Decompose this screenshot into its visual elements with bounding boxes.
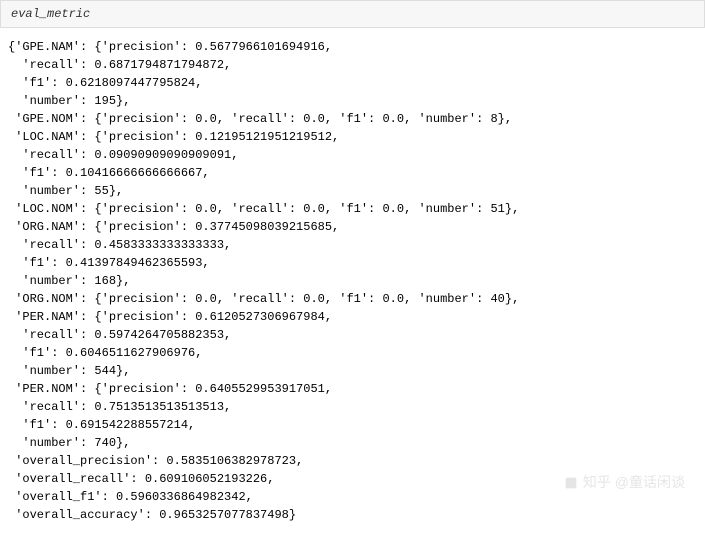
output-line: 'LOC.NAM': {'precision': 0.1219512195121… [8,130,339,144]
output-line: 'recall': 0.7513513513513513, [8,400,231,414]
output-line: 'GPE.NOM': {'precision': 0.0, 'recall': … [8,112,512,126]
output-line: 'number': 55}, [8,184,123,198]
code-cell-header: eval_metric [0,0,705,28]
output-line: 'overall_accuracy': 0.9653257077837498} [8,508,296,522]
output-line: 'recall': 0.4583333333333333, [8,238,231,252]
output-area: {'GPE.NAM': {'precision': 0.567796610169… [0,28,705,534]
output-line: 'recall': 0.09090909090909091, [8,148,238,162]
output-line: 'f1': 0.6218097447795824, [8,76,202,90]
output-line: 'number': 740}, [8,436,130,450]
output-line: 'recall': 0.5974264705882353, [8,328,231,342]
output-line: 'f1': 0.691542288557214, [8,418,195,432]
variable-name: eval_metric [11,7,90,21]
output-line: 'f1': 0.10416666666666667, [8,166,210,180]
output-line: 'overall_recall': 0.609106052193226, [8,472,274,486]
output-line: 'ORG.NOM': {'precision': 0.0, 'recall': … [8,292,519,306]
output-line: 'f1': 0.6046511627906976, [8,346,202,360]
output-line: 'number': 544}, [8,364,130,378]
output-line: 'number': 168}, [8,274,130,288]
output-line: {'GPE.NAM': {'precision': 0.567796610169… [8,40,332,54]
output-line: 'PER.NOM': {'precision': 0.6405529953917… [8,382,332,396]
output-line: 'f1': 0.41397849462365593, [8,256,210,270]
watermark-text: 知乎 @童话闲谈 [583,474,685,490]
output-line: 'overall_precision': 0.5835106382978723, [8,454,303,468]
zhihu-icon [563,475,579,491]
output-line: 'LOC.NOM': {'precision': 0.0, 'recall': … [8,202,519,216]
output-line: 'number': 195}, [8,94,130,108]
watermark: 知乎 @童话闲谈 [563,472,685,492]
output-line: 'PER.NAM': {'precision': 0.6120527306967… [8,310,332,324]
output-line: 'ORG.NAM': {'precision': 0.3774509803921… [8,220,339,234]
output-line: 'recall': 0.6871794871794872, [8,58,231,72]
